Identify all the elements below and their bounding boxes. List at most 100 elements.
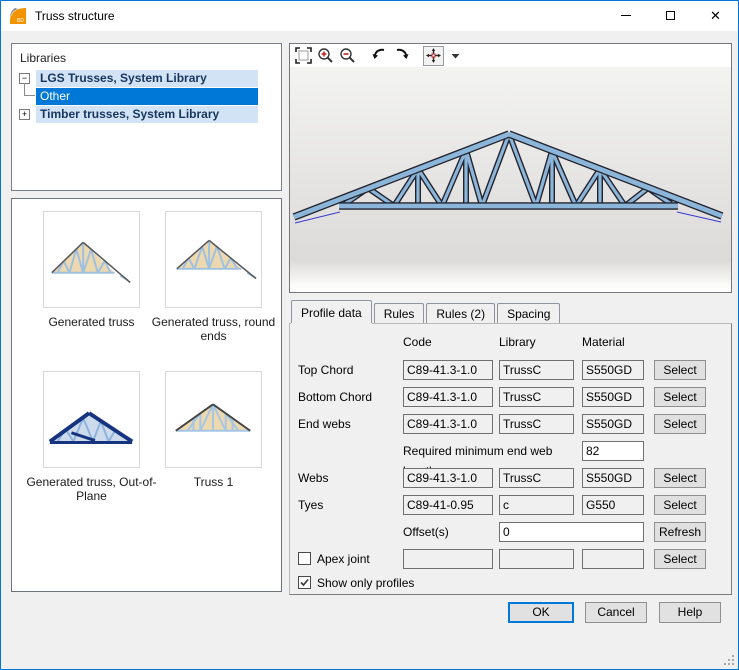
tree-item-lgs-trusses[interactable]: − LGS Trusses, System Library — [12, 70, 281, 87]
svg-text:BD: BD — [17, 18, 24, 24]
thumbnail-label: Generated truss, Out-of-Plane — [26, 475, 157, 503]
material-column-header: Material — [582, 332, 644, 352]
webs-material-field[interactable] — [582, 468, 644, 488]
tyes-library-field[interactable] — [499, 495, 574, 515]
min-end-web-length-input[interactable] — [582, 441, 644, 461]
minimize-button[interactable] — [603, 1, 648, 30]
tree-item-label-selected[interactable]: Other — [36, 88, 258, 105]
apex-joint-material-field[interactable] — [582, 549, 644, 569]
code-column-header: Code — [403, 332, 493, 352]
tyes-material-field[interactable] — [582, 495, 644, 515]
top-chord-code-field[interactable] — [403, 360, 493, 380]
tree-item-label[interactable]: LGS Trusses, System Library — [36, 70, 258, 87]
maximize-button[interactable] — [648, 1, 693, 30]
expand-icon[interactable]: + — [19, 109, 30, 120]
tab-spacing[interactable]: Spacing — [497, 303, 560, 323]
zoom-out-button[interactable] — [337, 46, 358, 66]
pan-dropdown-button[interactable] — [445, 46, 466, 66]
zoom-in-icon — [317, 47, 334, 64]
generated-truss-out-of-plane-thumbnail — [43, 371, 140, 468]
truss-1-thumbnail — [165, 371, 262, 468]
maximize-icon — [666, 11, 675, 20]
pan-button[interactable] — [423, 46, 444, 66]
tyes-label: Tyes — [298, 495, 398, 515]
close-button[interactable]: ✕ — [693, 1, 738, 30]
chevron-down-icon — [451, 53, 460, 59]
tab-rules-2[interactable]: Rules (2) — [426, 303, 495, 323]
webs-row: Webs Select — [290, 468, 731, 488]
top-chord-row: Top Chord Select — [290, 360, 731, 380]
cancel-button[interactable]: Cancel — [585, 602, 647, 623]
show-only-profiles-checkbox[interactable] — [298, 576, 311, 589]
top-chord-material-field[interactable] — [582, 360, 644, 380]
bottom-chord-select-button[interactable]: Select — [654, 387, 706, 407]
generated-truss-round-ends-thumbnail — [165, 211, 262, 308]
end-webs-select-button[interactable]: Select — [654, 414, 706, 434]
view-toolbar — [290, 44, 731, 67]
gallery-item-truss-1[interactable]: Truss 1 — [148, 371, 279, 489]
offsets-row: Offset(s) Refresh — [290, 522, 731, 542]
webs-code-field[interactable] — [403, 468, 493, 488]
end-webs-library-field[interactable] — [499, 414, 574, 434]
ok-button[interactable]: OK — [508, 602, 574, 623]
top-chord-library-field[interactable] — [499, 360, 574, 380]
tyes-select-button[interactable]: Select — [654, 495, 706, 515]
thumbnail-label: Truss 1 — [148, 475, 279, 489]
apex-joint-checkbox[interactable] — [298, 552, 311, 565]
gallery-item-generated-truss-out-of-plane[interactable]: Generated truss, Out-of-Plane — [26, 371, 157, 503]
apex-joint-library-field[interactable] — [499, 549, 574, 569]
bottom-chord-row: Bottom Chord Select — [290, 387, 731, 407]
checkmark-icon — [299, 577, 310, 588]
profile-data-panel: Code Library Material Top Chord Select B… — [289, 323, 732, 595]
zoom-out-icon — [339, 47, 356, 64]
gallery-item-generated-truss[interactable]: Generated truss — [26, 211, 157, 329]
webs-library-field[interactable] — [499, 468, 574, 488]
thumbnail-label: Generated truss — [26, 315, 157, 329]
pan-icon — [426, 48, 441, 63]
truss-gallery-panel: Generated truss Generated — [11, 198, 282, 592]
webs-label: Webs — [298, 468, 398, 488]
thumbnail-label: Generated truss, round ends — [148, 315, 279, 343]
libraries-header: Libraries — [20, 51, 66, 65]
rotate-ccw-icon — [371, 47, 388, 64]
bottom-chord-library-field[interactable] — [499, 387, 574, 407]
tab-profile-data[interactable]: Profile data — [291, 300, 372, 323]
resize-grip[interactable] — [724, 655, 734, 665]
tree-item-other[interactable]: Other — [12, 88, 281, 105]
titlebar[interactable]: BD Truss structure ✕ — [1, 1, 738, 31]
offsets-input[interactable] — [499, 522, 644, 542]
rotate-cw-button[interactable] — [391, 46, 412, 66]
libraries-panel: Libraries − LGS Trusses, System Library … — [11, 43, 282, 191]
tyes-row: Tyes Select — [290, 495, 731, 515]
tab-rules[interactable]: Rules — [374, 303, 425, 323]
zoom-in-button[interactable] — [315, 46, 336, 66]
refresh-button[interactable]: Refresh — [654, 522, 706, 542]
tree-item-timber-trusses[interactable]: + Timber trusses, System Library — [12, 106, 281, 123]
gallery-item-generated-truss-round-ends[interactable]: Generated truss, round ends — [148, 211, 279, 343]
bottom-chord-label: Bottom Chord — [298, 387, 398, 407]
top-chord-label: Top Chord — [298, 360, 398, 380]
fit-to-view-icon — [295, 47, 312, 64]
truss-preview-viewport[interactable] — [290, 67, 731, 292]
generated-truss-thumbnail — [43, 211, 140, 308]
webs-select-button[interactable]: Select — [654, 468, 706, 488]
preview-panel — [289, 43, 732, 293]
tyes-code-field[interactable] — [403, 495, 493, 515]
show-only-profiles-row: Show only profiles — [290, 573, 731, 593]
rotate-ccw-button[interactable] — [369, 46, 390, 66]
end-webs-material-field[interactable] — [582, 414, 644, 434]
bottom-chord-material-field[interactable] — [582, 387, 644, 407]
apex-joint-label: Apex joint — [317, 549, 370, 569]
tree-item-label[interactable]: Timber trusses, System Library — [36, 106, 258, 123]
window-title: Truss structure — [35, 9, 115, 23]
help-button[interactable]: Help — [659, 602, 721, 623]
fit-to-view-button[interactable] — [293, 46, 314, 66]
truss-drawing — [290, 67, 731, 292]
end-webs-code-field[interactable] — [403, 414, 493, 434]
apex-joint-select-button[interactable]: Select — [654, 549, 706, 569]
offsets-label: Offset(s) — [403, 522, 493, 542]
bottom-chord-code-field[interactable] — [403, 387, 493, 407]
apex-joint-code-field[interactable] — [403, 549, 493, 569]
apex-joint-row: Apex joint Select — [290, 549, 731, 569]
top-chord-select-button[interactable]: Select — [654, 360, 706, 380]
